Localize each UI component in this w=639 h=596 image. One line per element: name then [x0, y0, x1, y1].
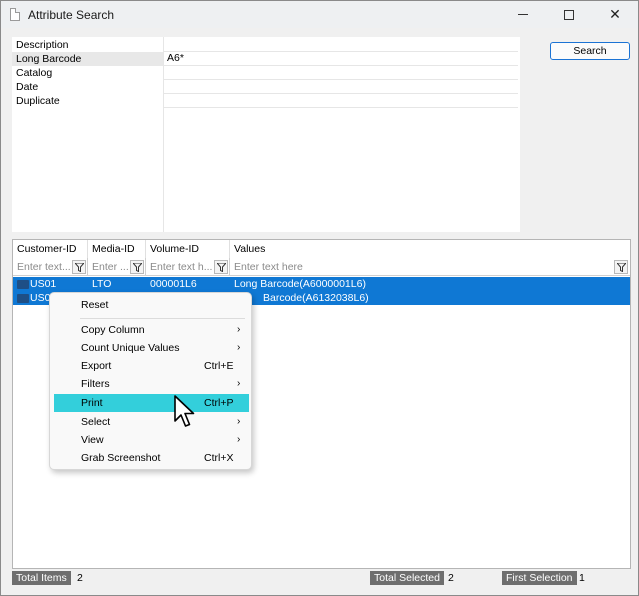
menu-item-label: Copy Column	[81, 324, 145, 336]
filter-row: Enter text... Enter ... Enter text h... …	[13, 258, 630, 276]
total-items-value: 2	[77, 572, 83, 584]
criteria-value-input[interactable]	[164, 80, 518, 94]
menu-item-shortcut: Ctrl+E	[204, 360, 234, 372]
context-menu: Reset Copy Column › Count Unique Values …	[49, 292, 252, 470]
column-header-media-id[interactable]: Media-ID	[88, 240, 146, 258]
chevron-right-icon: ›	[237, 416, 241, 427]
attribute-search-window: Attribute Search ✕ Description Long Barc…	[0, 0, 639, 596]
criteria-label: Long Barcode	[12, 52, 163, 66]
menu-item-label: Filters	[81, 378, 110, 390]
maximize-button[interactable]	[546, 1, 592, 28]
cell-values: Long Barcode(A6000001L6)	[234, 278, 366, 290]
menu-item-label: View	[81, 434, 104, 446]
menu-item-label: Select	[81, 416, 111, 428]
filter-input-media-id[interactable]: Enter ...	[92, 261, 130, 273]
first-selection-label: First Selection	[502, 571, 577, 585]
criteria-row-date[interactable]: Date	[12, 80, 520, 94]
close-icon: ✕	[609, 6, 621, 22]
criteria-row-long-barcode[interactable]: Long Barcode A6*	[12, 52, 520, 66]
filter-cell-customer-id[interactable]: Enter text...	[13, 258, 88, 276]
criteria-value-input[interactable]	[164, 38, 518, 52]
chevron-right-icon: ›	[237, 434, 241, 445]
mouse-pointer-icon	[174, 395, 198, 434]
criteria-value-input[interactable]	[164, 66, 518, 80]
chevron-right-icon: ›	[237, 342, 241, 353]
filter-input-values[interactable]: Enter text here	[234, 261, 604, 273]
menu-item-label: Reset	[81, 299, 109, 311]
cell-customer-id: US01	[30, 278, 57, 290]
status-bar: Total Items 2 Total Selected 2 First Sel…	[12, 571, 632, 585]
menu-item-reset[interactable]: Reset	[54, 296, 249, 314]
menu-item-copy-column[interactable]: Copy Column ›	[54, 321, 249, 339]
column-header-values[interactable]: Values	[230, 240, 630, 258]
menu-item-export[interactable]: Export Ctrl+E	[54, 357, 249, 375]
search-criteria-grid: Description Long Barcode A6* Catalog Dat…	[12, 37, 520, 232]
criteria-value-input[interactable]: A6*	[164, 52, 518, 66]
cell-volume-id: 000001L6	[150, 278, 197, 290]
document-icon	[10, 8, 20, 21]
minimize-button[interactable]	[500, 1, 546, 28]
menu-item-shortcut: Ctrl+X	[204, 452, 234, 464]
total-selected-value: 2	[448, 572, 454, 584]
title-bar[interactable]: Attribute Search ✕	[1, 1, 638, 28]
menu-item-print[interactable]: Print Ctrl+P	[54, 394, 249, 412]
column-header-customer-id[interactable]: Customer-ID	[13, 240, 88, 258]
filter-input-volume-id[interactable]: Enter text h...	[150, 261, 214, 273]
menu-item-label: Export	[81, 360, 112, 372]
criteria-label: Catalog	[16, 67, 53, 79]
window-title: Attribute Search	[28, 8, 115, 22]
cell-values: Barcode(A6132038L6)	[263, 292, 369, 304]
filter-cell-volume-id[interactable]: Enter text h...	[146, 258, 230, 276]
funnel-icon[interactable]	[614, 260, 628, 274]
menu-item-shortcut: Ctrl+P	[204, 397, 234, 409]
column-header-volume-id[interactable]: Volume-ID	[146, 240, 230, 258]
cell-media-id: LTO	[92, 278, 112, 290]
chevron-right-icon: ›	[237, 324, 241, 335]
chevron-right-icon: ›	[237, 378, 241, 389]
criteria-label: Date	[16, 81, 39, 93]
criteria-row-catalog[interactable]: Catalog	[12, 66, 520, 80]
funnel-icon[interactable]	[214, 260, 228, 274]
menu-item-grab-screenshot[interactable]: Grab Screenshot Ctrl+X	[54, 449, 249, 467]
grid-header: Customer-ID Media-ID Volume-ID Values	[13, 240, 630, 258]
table-row[interactable]: US01 LTO 000001L6 Long Barcode(A6000001L…	[13, 277, 630, 291]
maximize-icon	[564, 9, 574, 20]
criteria-label: Duplicate	[16, 95, 60, 107]
menu-item-label: Grab Screenshot	[81, 452, 161, 464]
total-items-label: Total Items	[12, 571, 71, 585]
menu-item-filters[interactable]: Filters ›	[54, 375, 249, 393]
cell-customer-id: US0	[30, 292, 51, 304]
menu-item-view[interactable]: View ›	[54, 431, 249, 449]
funnel-icon[interactable]	[130, 260, 144, 274]
menu-item-label: Count Unique Values	[81, 342, 180, 354]
menu-item-count-unique-values[interactable]: Count Unique Values ›	[54, 339, 249, 357]
criteria-row-description[interactable]: Description	[12, 38, 520, 52]
filter-cell-media-id[interactable]: Enter ...	[88, 258, 146, 276]
first-selection-value: 1	[579, 572, 585, 584]
minimize-icon	[518, 14, 528, 15]
filter-cell-values[interactable]: Enter text here	[230, 258, 630, 276]
criteria-value-input[interactable]	[164, 94, 518, 108]
search-button[interactable]: Search	[550, 42, 630, 60]
menu-item-select[interactable]: Select ›	[54, 413, 249, 431]
total-selected-label: Total Selected	[370, 571, 444, 585]
filter-input-customer-id[interactable]: Enter text...	[17, 261, 71, 273]
funnel-icon[interactable]	[72, 260, 86, 274]
criteria-row-duplicate[interactable]: Duplicate	[12, 94, 520, 108]
menu-separator	[80, 318, 245, 319]
menu-item-label: Print	[81, 397, 103, 409]
close-button[interactable]: ✕	[592, 1, 638, 28]
criteria-label: Description	[16, 39, 69, 51]
